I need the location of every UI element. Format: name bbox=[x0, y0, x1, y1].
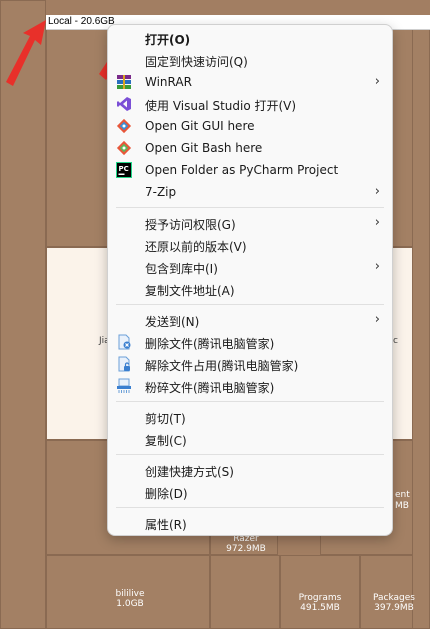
menu-item-tencent-shred[interactable]: 粉碎文件(腾讯电脑管家) bbox=[108, 375, 392, 397]
menu-item-label: 解除文件占用(腾讯电脑管家) bbox=[145, 359, 299, 373]
menu-item-copy-path[interactable]: 复制文件地址(A) bbox=[108, 278, 392, 300]
menu-separator bbox=[116, 401, 384, 402]
menu-item-label: 固定到快速访问(Q) bbox=[145, 55, 248, 69]
menu-item-tencent-unlock[interactable]: 解除文件占用(腾讯电脑管家) bbox=[108, 353, 392, 375]
menu-item-label: 授予访问权限(G) bbox=[145, 218, 236, 232]
treemap-label-razer: Razer 972.9MB bbox=[226, 534, 266, 554]
menu-separator bbox=[116, 507, 384, 508]
menu-item-label: 发送到(N) bbox=[145, 315, 200, 329]
menu-item-label: WinRAR bbox=[145, 75, 192, 89]
treemap-label-packages: Packages 397.9MB bbox=[373, 593, 415, 613]
menu-item-copy[interactable]: 复制(C) bbox=[108, 428, 392, 450]
treemap-label-bililive: bililive 1.0GB bbox=[115, 589, 145, 609]
menu-item-label: 包含到库中(I) bbox=[145, 262, 218, 276]
treemap-cell-mid-bottom[interactable] bbox=[210, 555, 280, 629]
menu-item-label: 使用 Visual Studio 打开(V) bbox=[145, 99, 297, 113]
chevron-right-icon: › bbox=[374, 74, 380, 89]
menu-item-winrar[interactable]: WinRAR › bbox=[108, 71, 392, 93]
menu-item-create-shortcut[interactable]: 创建快捷方式(S) bbox=[108, 459, 392, 481]
menu-item-label: 7-Zip bbox=[145, 185, 177, 199]
menu-item-properties[interactable]: 属性(R) bbox=[108, 512, 392, 534]
treemap-partial-right1: ent bbox=[395, 490, 410, 500]
menu-item-label: 剪切(T) bbox=[145, 412, 186, 426]
pycharm-icon: PC bbox=[116, 162, 132, 178]
menu-item-send-to[interactable]: 发送到(N) › bbox=[108, 309, 392, 331]
tencent-shred-icon bbox=[117, 378, 131, 393]
git-bash-icon bbox=[116, 140, 132, 156]
menu-item-label: 粉碎文件(腾讯电脑管家) bbox=[145, 381, 275, 395]
chevron-right-icon: › bbox=[374, 184, 380, 199]
treemap-cell-left-column[interactable] bbox=[0, 0, 46, 629]
treemap-cell-right-strip[interactable] bbox=[412, 29, 430, 629]
menu-item-label: 属性(R) bbox=[145, 518, 187, 532]
treemap-partial-right2: MB bbox=[395, 501, 409, 511]
menu-item-label: Open Git GUI here bbox=[145, 119, 255, 133]
menu-item-git-bash[interactable]: Open Git Bash here bbox=[108, 137, 392, 159]
menu-item-7zip[interactable]: 7-Zip › bbox=[108, 181, 392, 203]
menu-item-pycharm[interactable]: PC Open Folder as PyCharm Project bbox=[108, 159, 392, 181]
menu-item-label: 删除(D) bbox=[145, 487, 188, 501]
chevron-right-icon: › bbox=[374, 312, 380, 327]
menu-item-include-library[interactable]: 包含到库中(I) › bbox=[108, 256, 392, 278]
menu-separator bbox=[116, 207, 384, 208]
menu-separator bbox=[116, 304, 384, 305]
menu-item-label: 还原以前的版本(V) bbox=[145, 240, 247, 254]
menu-item-cut[interactable]: 剪切(T) bbox=[108, 406, 392, 428]
menu-item-pin-quick-access[interactable]: 固定到快速访问(Q) bbox=[108, 49, 392, 71]
menu-item-label: Open Git Bash here bbox=[145, 141, 263, 155]
menu-item-tencent-delete[interactable]: 删除文件(腾讯电脑管家) bbox=[108, 331, 392, 353]
chevron-right-icon: › bbox=[374, 215, 380, 230]
menu-item-grant-access[interactable]: 授予访问权限(G) › bbox=[108, 212, 392, 234]
winrar-icon bbox=[117, 75, 131, 89]
menu-item-label: 打开(O) bbox=[145, 33, 191, 47]
menu-item-label: 创建快捷方式(S) bbox=[145, 465, 234, 479]
treemap-partial-far-right: c bbox=[393, 336, 398, 346]
treemap-label-programs: Programs 491.5MB bbox=[298, 593, 342, 613]
git-gui-icon bbox=[116, 118, 132, 134]
menu-item-label: 删除文件(腾讯电脑管家) bbox=[145, 337, 275, 351]
menu-item-open[interactable]: 打开(O) bbox=[108, 27, 392, 49]
menu-item-git-gui[interactable]: Open Git GUI here bbox=[108, 115, 392, 137]
context-menu: 打开(O) 固定到快速访问(Q) WinRAR › 使用 Visual Stud… bbox=[107, 24, 393, 536]
svg-text:PC: PC bbox=[119, 165, 129, 173]
annotation-arrow-left bbox=[6, 20, 46, 86]
menu-separator bbox=[116, 454, 384, 455]
treemap-cell-programs[interactable] bbox=[280, 555, 360, 629]
menu-item-visual-studio[interactable]: 使用 Visual Studio 打开(V) bbox=[108, 93, 392, 115]
tencent-delete-icon bbox=[118, 334, 131, 350]
menu-item-label: 复制(C) bbox=[145, 434, 187, 448]
menu-item-label: Open Folder as PyCharm Project bbox=[145, 163, 339, 177]
chevron-right-icon: › bbox=[374, 259, 380, 274]
tencent-unlock-icon bbox=[118, 356, 130, 372]
menu-item-delete[interactable]: 删除(D) bbox=[108, 481, 392, 503]
visual-studio-icon bbox=[117, 97, 131, 111]
menu-item-label: 复制文件地址(A) bbox=[145, 284, 235, 298]
menu-item-restore-versions[interactable]: 还原以前的版本(V) bbox=[108, 234, 392, 256]
